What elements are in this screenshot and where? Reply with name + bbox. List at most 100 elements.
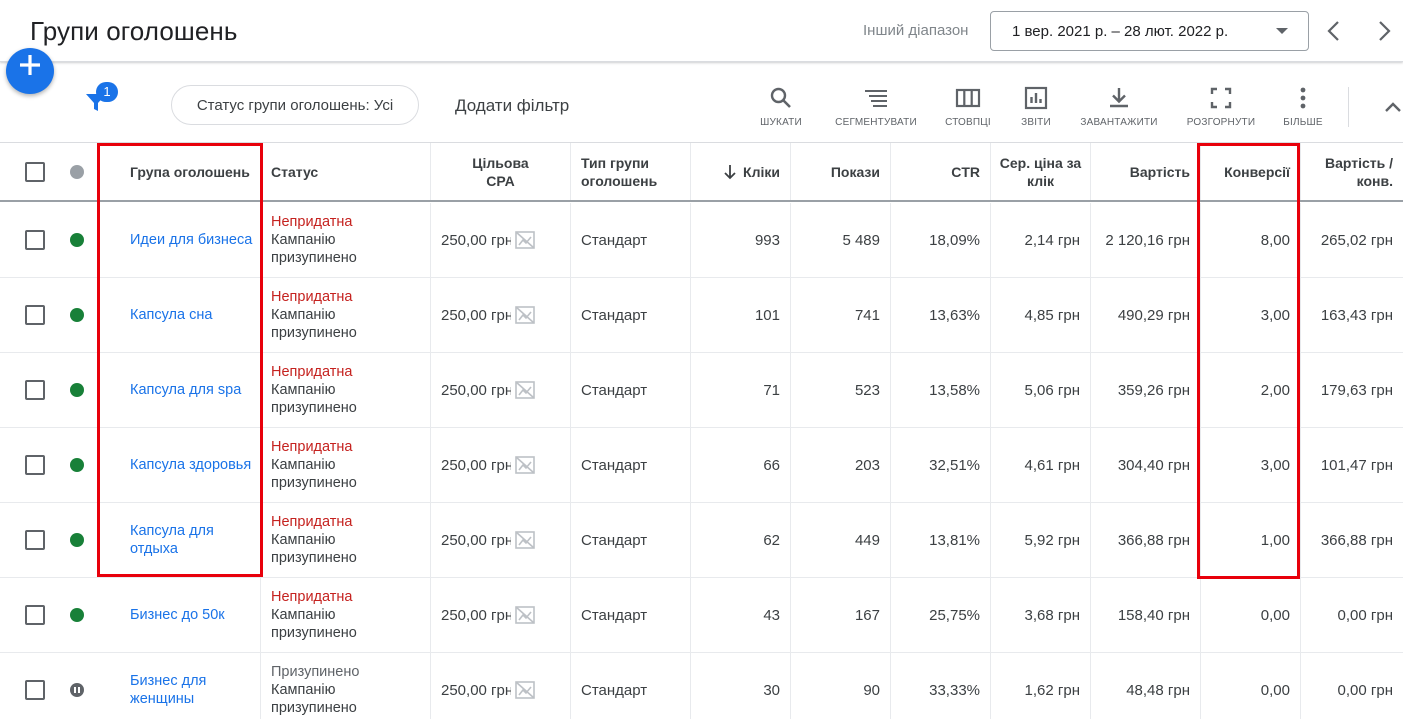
- row-target-cpa-cell[interactable]: 250,00 грн: [430, 353, 570, 427]
- table-row[interactable]: Бизнес для женщины Призупинено Кампанію при…: [0, 653, 1403, 719]
- status-tertiary: призупинено: [271, 250, 357, 266]
- header-conversions[interactable]: Конверсії: [1200, 143, 1300, 200]
- table-row[interactable]: Идеи для бизнеса Непридатна Кампанію призуп…: [0, 203, 1403, 278]
- row-select-cell[interactable]: [25, 503, 65, 577]
- no-data-chart-icon: [515, 606, 535, 624]
- row-select-cell[interactable]: [25, 278, 65, 352]
- segment-tool-button[interactable]: СЕГМЕНТУВАТИ: [835, 85, 917, 128]
- header-ad-group-type[interactable]: Тип групи оголошень: [570, 143, 690, 200]
- row-avg-cpc-cell: 5,92 грн: [990, 503, 1090, 577]
- ad-group-name-link[interactable]: Капсула здоровья: [130, 456, 251, 474]
- row-status-cell: Непридатна Кампанію призупинено: [260, 578, 430, 652]
- table-row[interactable]: Капсула здоровья Непридатна Кампанію призуп…: [0, 428, 1403, 503]
- row-checkbox[interactable]: [25, 455, 45, 475]
- status-filter-chip[interactable]: Статус групи оголошень: Усі: [171, 85, 419, 125]
- dropdown-caret-icon: [1276, 28, 1288, 34]
- row-ad-group-cell: Капсула для spa: [130, 353, 255, 427]
- collapse-chevron-up-icon[interactable]: [1383, 97, 1403, 117]
- row-clicks-cell: 62: [690, 503, 790, 577]
- header-target-cpa[interactable]: Цільова CPA: [430, 143, 570, 200]
- ad-group-name-link[interactable]: Капсула для spa: [130, 381, 241, 399]
- header-status[interactable]: Статус: [260, 143, 430, 200]
- enabled-status-icon[interactable]: [70, 533, 84, 547]
- chevron-right-icon: [1379, 21, 1391, 41]
- select-all-checkbox[interactable]: [25, 161, 45, 182]
- table-row[interactable]: Капсула для spa Непридатна Кампанію призупи…: [0, 353, 1403, 428]
- expand-tool-button[interactable]: РОЗГОРНУТИ: [1187, 85, 1255, 128]
- row-checkbox[interactable]: [25, 530, 45, 550]
- enabled-status-icon[interactable]: [70, 308, 84, 322]
- row-ctr-cell: 32,51%: [890, 428, 990, 502]
- date-range-label: Інший діапазон: [863, 22, 969, 39]
- add-filter-button[interactable]: Додати фільтр: [455, 96, 569, 116]
- ad-group-name-link[interactable]: Бизнес для женщины: [130, 672, 255, 708]
- ad-group-name-link[interactable]: Капсула для отдыха: [130, 522, 255, 558]
- row-target-cpa-cell[interactable]: 250,00 грн: [430, 203, 570, 277]
- header-ctr[interactable]: CTR: [890, 143, 990, 200]
- ad-group-name-link[interactable]: Бизнес до 50к: [130, 606, 225, 624]
- row-select-cell[interactable]: [25, 203, 65, 277]
- row-avg-cpc-cell: 4,61 грн: [990, 428, 1090, 502]
- row-checkbox[interactable]: [25, 680, 45, 700]
- status-primary: Непридатна: [271, 364, 353, 380]
- reports-tool-button[interactable]: ЗВІТИ: [1020, 85, 1052, 128]
- row-conversions-cell: 0,00: [1200, 578, 1300, 652]
- row-target-cpa-cell[interactable]: 250,00 грн: [430, 653, 570, 719]
- row-checkbox[interactable]: [25, 305, 45, 325]
- row-cost-per-conversion-cell: 0,00 грн: [1300, 653, 1403, 719]
- enabled-status-icon[interactable]: [70, 458, 84, 472]
- table-row[interactable]: Капсула для отдыха Непридатна Кампанію приз…: [0, 503, 1403, 578]
- row-state-cell: [70, 653, 90, 719]
- row-select-cell[interactable]: [25, 653, 65, 719]
- row-checkbox[interactable]: [25, 230, 45, 250]
- row-cost-cell: 304,40 грн: [1090, 428, 1200, 502]
- header-select-all[interactable]: [25, 143, 65, 200]
- header-clicks[interactable]: Кліки: [690, 143, 790, 200]
- status-secondary: Кампанію: [271, 307, 336, 323]
- table-row[interactable]: Капсула сна Непридатна Кампанію призупинено…: [0, 278, 1403, 353]
- header-avg-cpc[interactable]: Сер. ціна за клік: [990, 143, 1090, 200]
- search-tool-button[interactable]: ШУКАТИ: [760, 85, 802, 128]
- header-ad-group[interactable]: Група оголошень: [130, 143, 250, 200]
- row-ad-group-cell: Капсула для отдыха: [130, 503, 255, 577]
- row-target-cpa-cell[interactable]: 250,00 грн: [430, 578, 570, 652]
- enabled-status-icon[interactable]: [70, 383, 84, 397]
- row-clicks-cell: 66: [690, 428, 790, 502]
- row-select-cell[interactable]: [25, 428, 65, 502]
- more-tool-button[interactable]: БІЛЬШЕ: [1283, 85, 1323, 128]
- columns-icon: [955, 88, 981, 108]
- create-button[interactable]: [6, 48, 54, 94]
- row-type-cell: Стандарт: [570, 578, 690, 652]
- row-target-cpa-cell[interactable]: 250,00 грн: [430, 278, 570, 352]
- row-impressions-cell: 203: [790, 428, 890, 502]
- row-cost-per-conversion-cell: 0,00 грн: [1300, 578, 1403, 652]
- date-range-select[interactable]: 1 вер. 2021 р. – 28 лют. 2022 р.: [990, 11, 1309, 51]
- ad-group-name-link[interactable]: Капсула сна: [130, 306, 212, 324]
- target-cpa-value: 250,00 грн: [441, 681, 511, 699]
- row-cost-cell: 2 120,16 грн: [1090, 203, 1200, 277]
- ad-group-name-link[interactable]: Идеи для бизнеса: [130, 231, 252, 249]
- table-row[interactable]: Бизнес до 50к Непридатна Кампанію призупине…: [0, 578, 1403, 653]
- target-cpa-value: 250,00 грн: [441, 531, 511, 549]
- header-cost-per-conversion[interactable]: Вартість / конв.: [1300, 143, 1403, 200]
- download-tool-button[interactable]: ЗАВАНТАЖИТИ: [1080, 85, 1157, 128]
- header-cost[interactable]: Вартість: [1090, 143, 1200, 200]
- row-select-cell[interactable]: [25, 353, 65, 427]
- enabled-status-icon[interactable]: [70, 608, 84, 622]
- page-header: Групи оголошень Інший діапазон 1 вер. 20…: [0, 0, 1403, 62]
- previous-period-button[interactable]: [1322, 18, 1346, 44]
- row-target-cpa-cell[interactable]: 250,00 грн: [430, 503, 570, 577]
- row-cost-cell: 366,88 грн: [1090, 503, 1200, 577]
- row-select-cell[interactable]: [25, 578, 65, 652]
- status-tertiary: призупинено: [271, 625, 357, 641]
- row-state-cell: [70, 203, 90, 277]
- paused-status-icon[interactable]: [70, 683, 84, 697]
- header-impressions[interactable]: Покази: [790, 143, 890, 200]
- row-checkbox[interactable]: [25, 380, 45, 400]
- row-target-cpa-cell[interactable]: 250,00 грн: [430, 428, 570, 502]
- row-impressions-cell: 5 489: [790, 203, 890, 277]
- enabled-status-icon[interactable]: [70, 233, 84, 247]
- row-checkbox[interactable]: [25, 605, 45, 625]
- next-period-button[interactable]: [1372, 18, 1396, 44]
- columns-tool-button[interactable]: СТОВПЦІ: [945, 85, 991, 128]
